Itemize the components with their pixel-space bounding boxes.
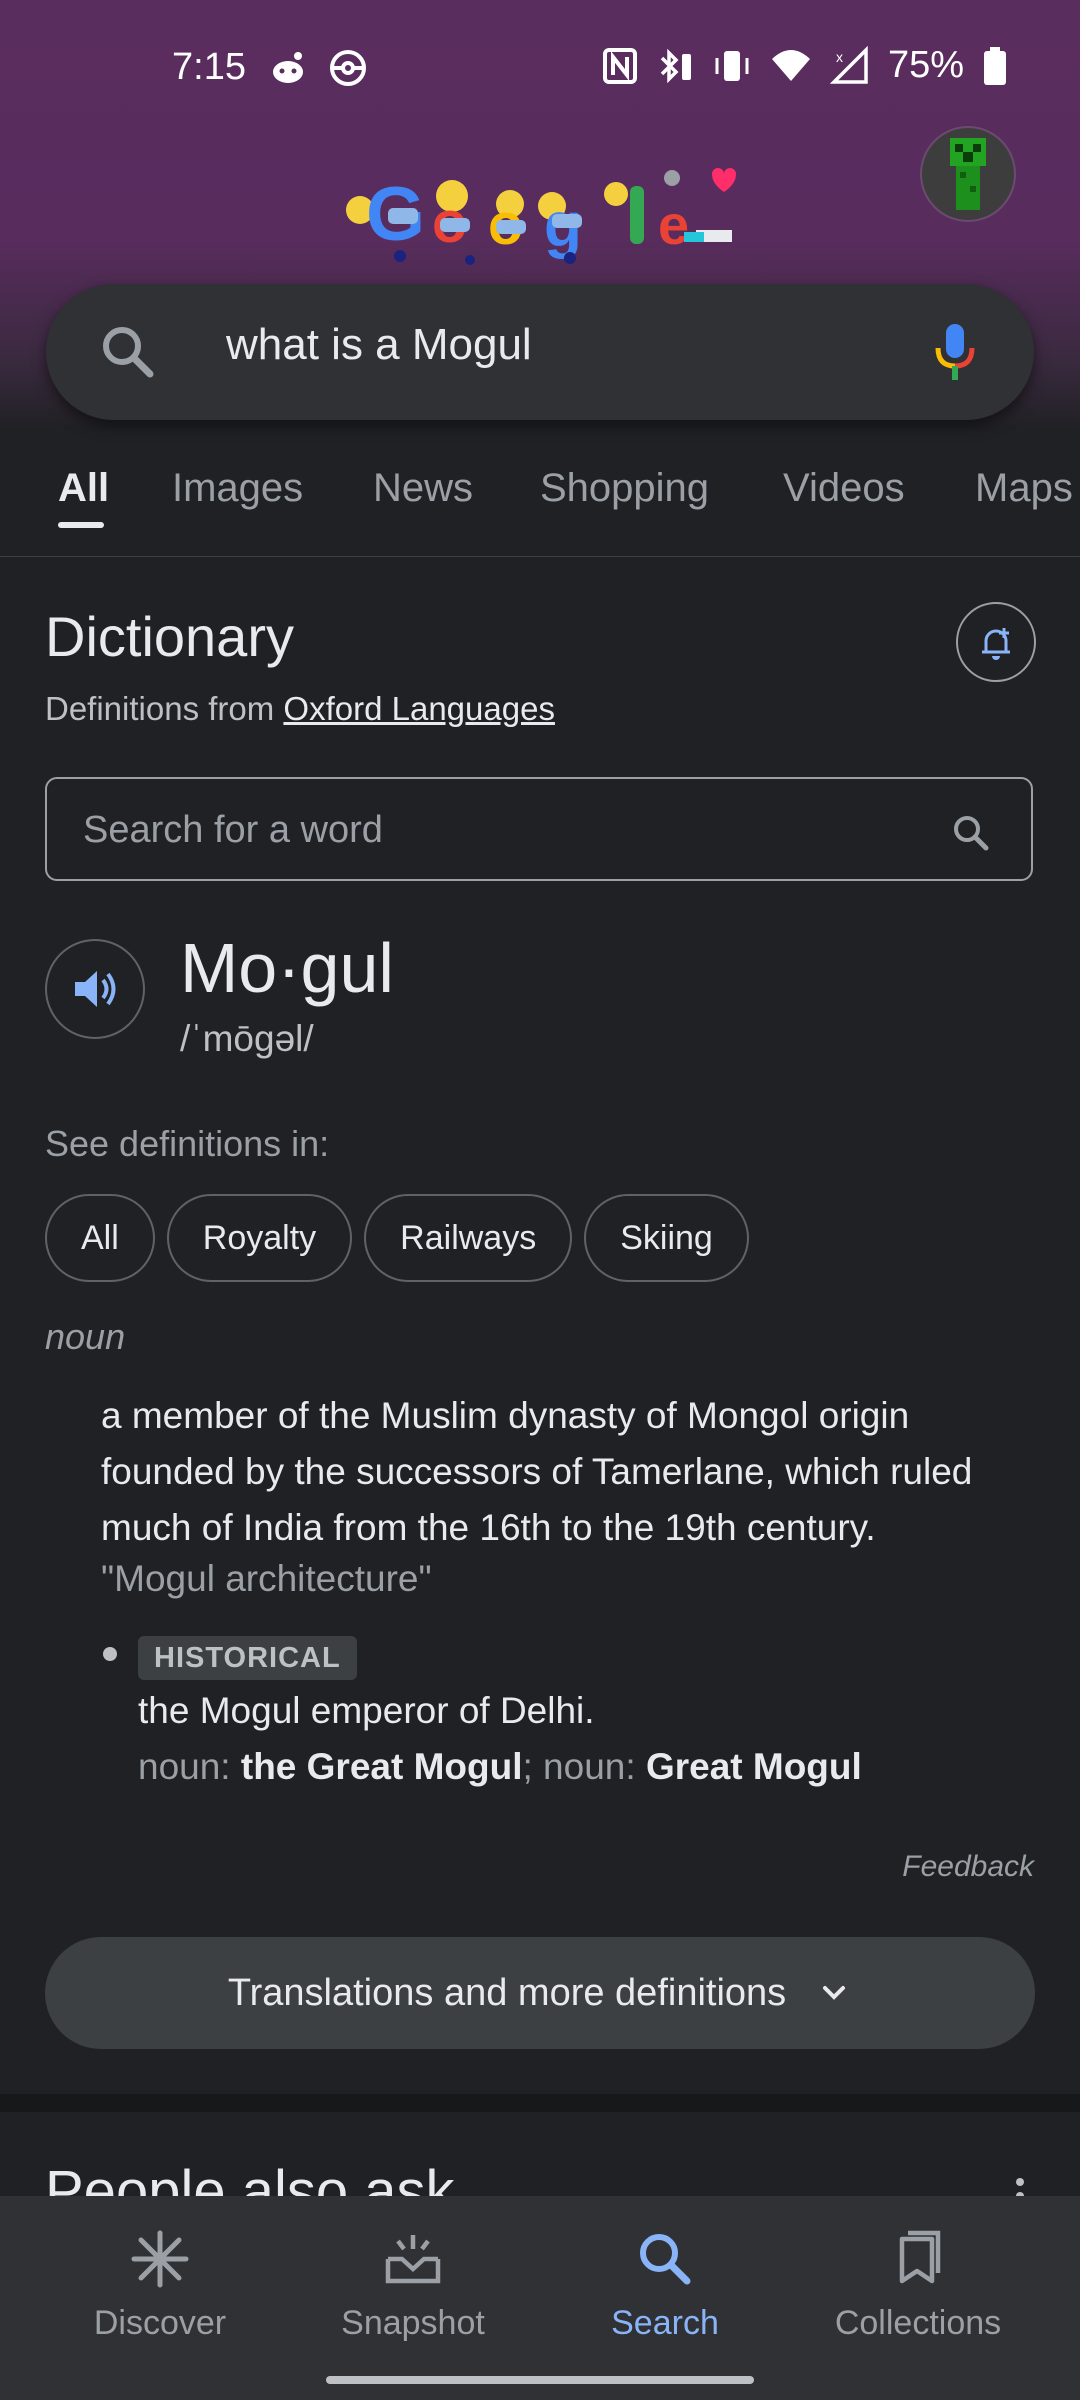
battery-percent: 75% xyxy=(887,44,964,86)
tab-news[interactable]: News xyxy=(373,466,473,511)
pronunciation-button[interactable] xyxy=(45,939,145,1039)
search-icon xyxy=(640,2234,691,2285)
chip-all[interactable]: All xyxy=(45,1194,155,1282)
noun-forms: noun: the Great Mogul; noun: Great Mogul xyxy=(138,1746,862,1787)
status-bar: 7:15 x 75% xyxy=(0,40,1080,100)
account-avatar[interactable] xyxy=(920,126,1016,222)
nfc-icon xyxy=(602,47,637,84)
word-search-placeholder: Search for a word xyxy=(83,809,383,851)
status-time: 7:15 xyxy=(172,46,246,88)
translations-more-label: Translations and more definitions xyxy=(227,1971,787,2014)
bottom-navigation: Discover Snapshot Search Collections xyxy=(0,2196,1080,2400)
nav-snapshot[interactable]: Snapshot xyxy=(313,2224,513,2343)
search-bar[interactable]: what is a Mogul xyxy=(46,284,1034,420)
signal-icon: x xyxy=(829,45,868,84)
headword: Mo·gul xyxy=(180,929,394,1007)
nav-collections-label: Collections xyxy=(834,2304,1002,2342)
oxford-languages-link[interactable]: Oxford Languages xyxy=(283,690,555,727)
svg-text:e: e xyxy=(658,193,689,256)
dictionary-title: Dictionary xyxy=(45,605,294,668)
chip-skiing[interactable]: Skiing xyxy=(584,1194,749,1282)
nav-discover[interactable]: Discover xyxy=(60,2224,260,2343)
section-divider xyxy=(0,2094,1080,2112)
part-of-speech: noun xyxy=(45,1316,126,1357)
translations-more-button[interactable]: Translations and more definitions xyxy=(45,1937,1035,2049)
feedback-link[interactable]: Feedback xyxy=(902,1850,1034,1884)
creeper-avatar-icon xyxy=(950,138,986,210)
nav-snapshot-label: Snapshot xyxy=(341,2304,485,2342)
asterisk-icon xyxy=(131,2230,189,2288)
tab-maps[interactable]: Maps xyxy=(975,466,1073,511)
pokeball-icon xyxy=(330,50,366,86)
nav-search[interactable]: Search xyxy=(565,2224,765,2343)
nav-collections[interactable]: Collections xyxy=(818,2224,1018,2343)
search-icon xyxy=(103,327,154,378)
reddit-icon xyxy=(273,52,303,83)
wifi-icon xyxy=(771,49,810,81)
definition-example: "Mogul architecture" xyxy=(101,1558,432,1599)
noun-term: the Great Mogul xyxy=(240,1746,523,1787)
definition-chips: All Royalty Railways Skiing xyxy=(45,1194,749,1282)
bullet-dot xyxy=(103,1647,117,1661)
definition-text: a member of the Muslim dynasty of Mongol… xyxy=(101,1395,973,1548)
snapshot-icon xyxy=(385,2235,441,2284)
sub-definition: the Mogul emperor of Delhi. xyxy=(138,1690,595,1731)
chip-railways[interactable]: Railways xyxy=(364,1194,573,1282)
gesture-bar xyxy=(326,2376,754,2384)
collections-icon xyxy=(899,2230,941,2284)
search-tabs: All Images News Shopping Videos Maps xyxy=(0,456,1080,557)
word-search-field[interactable]: Search for a word xyxy=(45,777,1033,881)
chevron-down-icon xyxy=(823,1986,846,2000)
noun-term: Great Mogul xyxy=(645,1746,862,1787)
vibrate-icon xyxy=(715,50,749,81)
active-tab-indicator xyxy=(58,522,104,528)
tab-all[interactable]: All xyxy=(58,466,109,511)
microphone-icon[interactable] xyxy=(932,322,978,382)
bluetooth-battery-icon xyxy=(660,48,691,83)
historical-label: HISTORICAL xyxy=(138,1636,357,1680)
phonetic: /ˈmōɡəl/ xyxy=(180,1018,314,1059)
battery-icon xyxy=(984,46,1006,85)
nav-search-label: Search xyxy=(611,2304,719,2342)
chip-royalty[interactable]: Royalty xyxy=(166,1194,353,1282)
tab-videos[interactable]: Videos xyxy=(783,466,905,511)
speaker-icon xyxy=(75,971,116,1007)
search-query[interactable]: what is a Mogul xyxy=(226,320,532,370)
see-definitions-label: See definitions in: xyxy=(45,1123,330,1164)
tab-shopping[interactable]: Shopping xyxy=(540,466,709,511)
bell-plus-icon xyxy=(982,628,1010,660)
google-doodle-logo[interactable]: G o o g e xyxy=(340,160,740,270)
nav-discover-label: Discover xyxy=(93,2304,227,2342)
alert-button[interactable] xyxy=(956,602,1036,682)
svg-text:x: x xyxy=(836,49,843,65)
dictionary-source: Definitions from Oxford Languages xyxy=(45,690,555,727)
tab-images[interactable]: Images xyxy=(172,466,303,511)
search-icon[interactable] xyxy=(951,813,991,853)
